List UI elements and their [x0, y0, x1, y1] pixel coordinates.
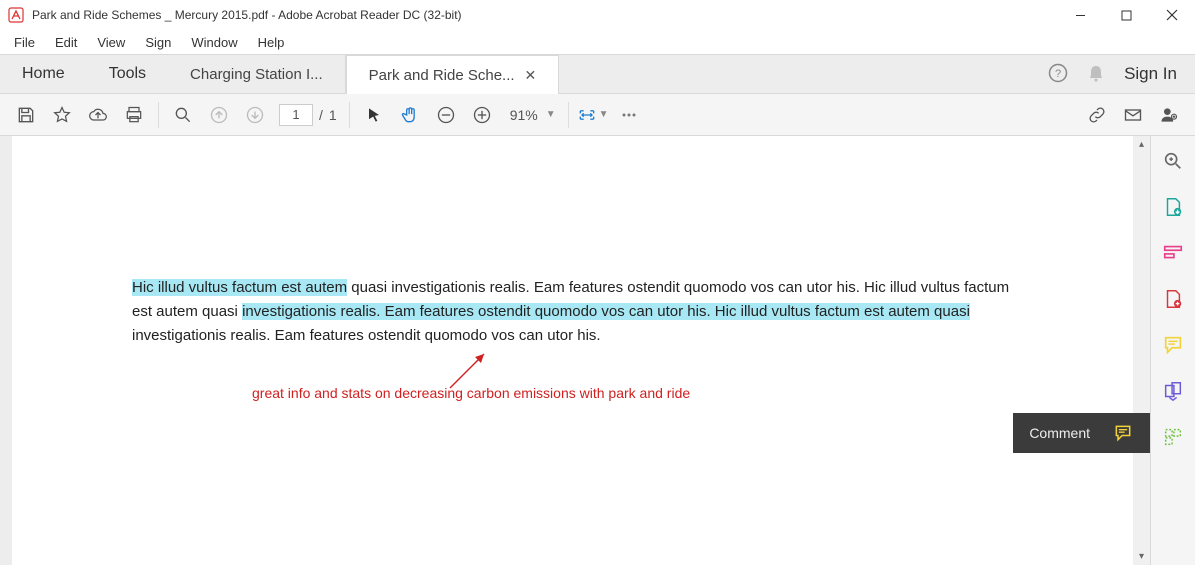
tabs-spacer	[559, 55, 1048, 93]
menu-help[interactable]: Help	[248, 33, 295, 52]
document-viewport[interactable]: Hic illud vultus factum est autem quasi …	[12, 136, 1150, 565]
right-tool-pane	[1150, 136, 1195, 565]
menu-bar: File Edit View Sign Window Help	[0, 30, 1195, 54]
search-tool-icon[interactable]	[1162, 150, 1184, 172]
star-icon[interactable]	[44, 97, 80, 133]
tabs-right: ? Sign In	[1048, 55, 1195, 93]
menu-sign[interactable]: Sign	[135, 33, 181, 52]
svg-text:?: ?	[1055, 68, 1061, 80]
scroll-up-icon[interactable]: ▴	[1133, 136, 1150, 153]
share-link-icon[interactable]	[1079, 97, 1115, 133]
tab-charging-station[interactable]: Charging Station I...	[168, 55, 346, 93]
highlighted-text[interactable]: Hic illud vultus factum est autem	[132, 279, 347, 296]
scroll-down-icon[interactable]: ▾	[1133, 548, 1150, 565]
fit-width-icon[interactable]: ▼	[575, 97, 611, 133]
toolbar: 1 / 1 91% ▼ ▼	[0, 94, 1195, 136]
tab-tools[interactable]: Tools	[87, 55, 168, 93]
minimize-button[interactable]	[1057, 0, 1103, 30]
zoom-in-icon[interactable]	[464, 97, 500, 133]
comment-icon	[1112, 423, 1134, 443]
left-gutter	[0, 136, 12, 565]
page-sep: /	[319, 107, 323, 123]
select-tool-icon[interactable]	[356, 97, 392, 133]
comment-tool-icon[interactable]	[1162, 334, 1184, 356]
window-title: Park and Ride Schemes _ Mercury 2015.pdf…	[32, 8, 1057, 22]
zoom-level[interactable]: 91% ▼	[500, 107, 562, 123]
export-pdf-icon[interactable]	[1162, 196, 1184, 218]
main-area: Hic illud vultus factum est autem quasi …	[0, 136, 1195, 565]
menu-edit[interactable]: Edit	[45, 33, 87, 52]
tabs-row: Home Tools Charging Station I... Park an…	[0, 54, 1195, 94]
menu-file[interactable]: File	[4, 33, 45, 52]
scroll-track[interactable]	[1133, 153, 1150, 548]
title-bar: Park and Ride Schemes _ Mercury 2015.pdf…	[0, 0, 1195, 30]
print-icon[interactable]	[116, 97, 152, 133]
save-icon[interactable]	[8, 97, 44, 133]
window-controls	[1057, 0, 1195, 30]
highlighted-text[interactable]: investigationis realis. Eam features ost…	[242, 303, 970, 320]
zoom-out-icon[interactable]	[428, 97, 464, 133]
menu-view[interactable]: View	[87, 33, 135, 52]
edit-pdf-icon[interactable]	[1162, 242, 1184, 264]
acrobat-icon	[8, 7, 24, 23]
divider	[349, 102, 350, 128]
more-tools-icon[interactable]	[611, 97, 647, 133]
create-pdf-icon[interactable]	[1162, 288, 1184, 310]
help-icon[interactable]: ?	[1048, 63, 1068, 86]
tab-park-and-ride[interactable]: Park and Ride Sche... ✕	[346, 55, 560, 94]
find-icon[interactable]	[165, 97, 201, 133]
page-indicator: 1 / 1	[279, 104, 337, 126]
maximize-button[interactable]	[1103, 0, 1149, 30]
zoom-value: 91%	[506, 107, 542, 123]
paragraph: Hic illud vultus factum est autem quasi …	[132, 276, 1013, 348]
chevron-down-icon: ▼	[546, 109, 556, 120]
tab-label: Charging Station I...	[190, 66, 323, 83]
tooltip-label: Comment	[1029, 425, 1090, 441]
page-current-input[interactable]: 1	[279, 104, 313, 126]
annotation-arrow-icon	[442, 348, 492, 392]
bell-icon[interactable]	[1086, 63, 1106, 86]
divider	[158, 102, 159, 128]
comment-tooltip: Comment	[1013, 413, 1150, 453]
email-icon[interactable]	[1115, 97, 1151, 133]
sign-in-button[interactable]: Sign In	[1124, 64, 1177, 84]
tab-home[interactable]: Home	[0, 55, 87, 93]
document-page: Hic illud vultus factum est autem quasi …	[12, 136, 1133, 565]
share-people-icon[interactable]	[1151, 97, 1187, 133]
organize-pages-icon[interactable]	[1162, 426, 1184, 448]
cloud-upload-icon[interactable]	[80, 97, 116, 133]
menu-window[interactable]: Window	[181, 33, 247, 52]
page-up-icon[interactable]	[201, 97, 237, 133]
combine-files-icon[interactable]	[1162, 380, 1184, 402]
hand-tool-icon[interactable]	[392, 97, 428, 133]
annotation-text[interactable]: great info and stats on decreasing carbo…	[132, 382, 1013, 404]
page-down-icon[interactable]	[237, 97, 273, 133]
page-total: 1	[329, 107, 337, 123]
tab-label: Park and Ride Sche...	[369, 67, 515, 84]
body-text: investigationis realis. Eam features ost…	[132, 327, 601, 344]
chevron-down-icon: ▼	[599, 109, 609, 120]
vertical-scrollbar[interactable]: ▴ ▾	[1133, 136, 1150, 565]
close-button[interactable]	[1149, 0, 1195, 30]
divider	[568, 102, 569, 128]
close-tab-icon[interactable]: ✕	[525, 67, 537, 84]
